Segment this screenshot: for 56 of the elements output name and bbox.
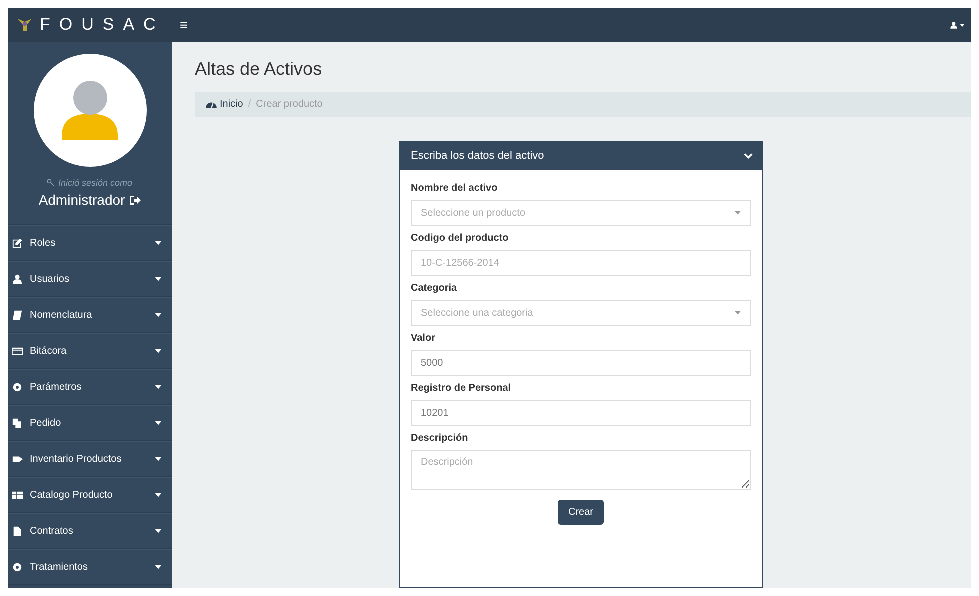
caret-icon	[155, 420, 162, 426]
menu-toggle[interactable]: ≡	[180, 17, 188, 33]
field-label: Categoria	[411, 283, 458, 294]
sidebar-item[interactable]: Contratos	[8, 513, 172, 549]
panel-title: Escriba los datos del activo	[411, 150, 544, 162]
login-caption: Inició sesión como	[47, 178, 133, 188]
card-icon	[12, 346, 23, 356]
create-button[interactable]: Crear	[558, 500, 604, 525]
file-icon	[12, 526, 23, 536]
caret-icon[interactable]	[960, 24, 965, 26]
copy-icon	[12, 418, 23, 428]
text-area[interactable]: Descripción	[411, 450, 751, 490]
page-title: Altas de Activos	[195, 59, 324, 80]
user-icon	[12, 274, 23, 284]
caret-icon	[155, 564, 162, 570]
field-label: Nombre del activo	[411, 183, 499, 194]
dashboard-icon	[206, 100, 217, 109]
caret-icon	[155, 348, 162, 354]
sidebar-item[interactable]: Inventario Productos	[8, 441, 172, 477]
sidebar-item[interactable]: Bitácora	[8, 333, 172, 369]
caret-icon	[735, 211, 741, 215]
breadcrumb-current: Crear producto	[256, 99, 323, 110]
caret-icon	[155, 528, 162, 534]
caret-icon	[155, 384, 162, 390]
field-label: Descripción	[411, 433, 470, 444]
breadcrumb-link[interactable]: Inicio	[206, 99, 244, 110]
edit-icon	[12, 238, 23, 248]
breadcrumb-separator: /	[248, 99, 252, 110]
sidebar-item[interactable]: Parámetros	[8, 369, 172, 405]
brand-title: FOUSAC	[40, 15, 165, 35]
field-label: Registro de Personal	[411, 383, 512, 394]
key-icon	[47, 179, 56, 187]
input-field[interactable]: 5000	[411, 350, 751, 376]
field-label: Valor	[411, 333, 436, 344]
user-name: Administrador	[38, 192, 126, 208]
grid-icon	[12, 490, 23, 500]
sidebar-item[interactable]: Usuarios	[8, 261, 172, 297]
logo-icon	[18, 18, 32, 32]
sign-out-icon[interactable]	[129, 194, 142, 206]
caret-icon	[155, 492, 162, 498]
caret-icon	[155, 240, 162, 246]
user-icon[interactable]	[950, 20, 958, 30]
sidebar-item[interactable]: Pedido	[8, 405, 172, 441]
sidebar-item[interactable]: Catalogo Producto	[8, 477, 172, 513]
input-field[interactable]: 10201	[411, 400, 751, 426]
avatar-icon	[34, 54, 146, 167]
sidebar-item[interactable]: Roles	[8, 225, 172, 261]
chevron-down-icon[interactable]	[744, 153, 753, 159]
caret-icon	[155, 456, 162, 462]
caret-icon	[155, 312, 162, 318]
sidebar-item[interactable]: Nomenclatura	[8, 297, 172, 333]
caret-icon	[735, 311, 741, 315]
input-field[interactable]: 10-C-12566-2014	[411, 250, 751, 276]
field-label: Codigo del producto	[411, 233, 510, 244]
sidebar-item[interactable]: Tratamientos	[8, 549, 172, 585]
caret-icon	[155, 276, 162, 282]
